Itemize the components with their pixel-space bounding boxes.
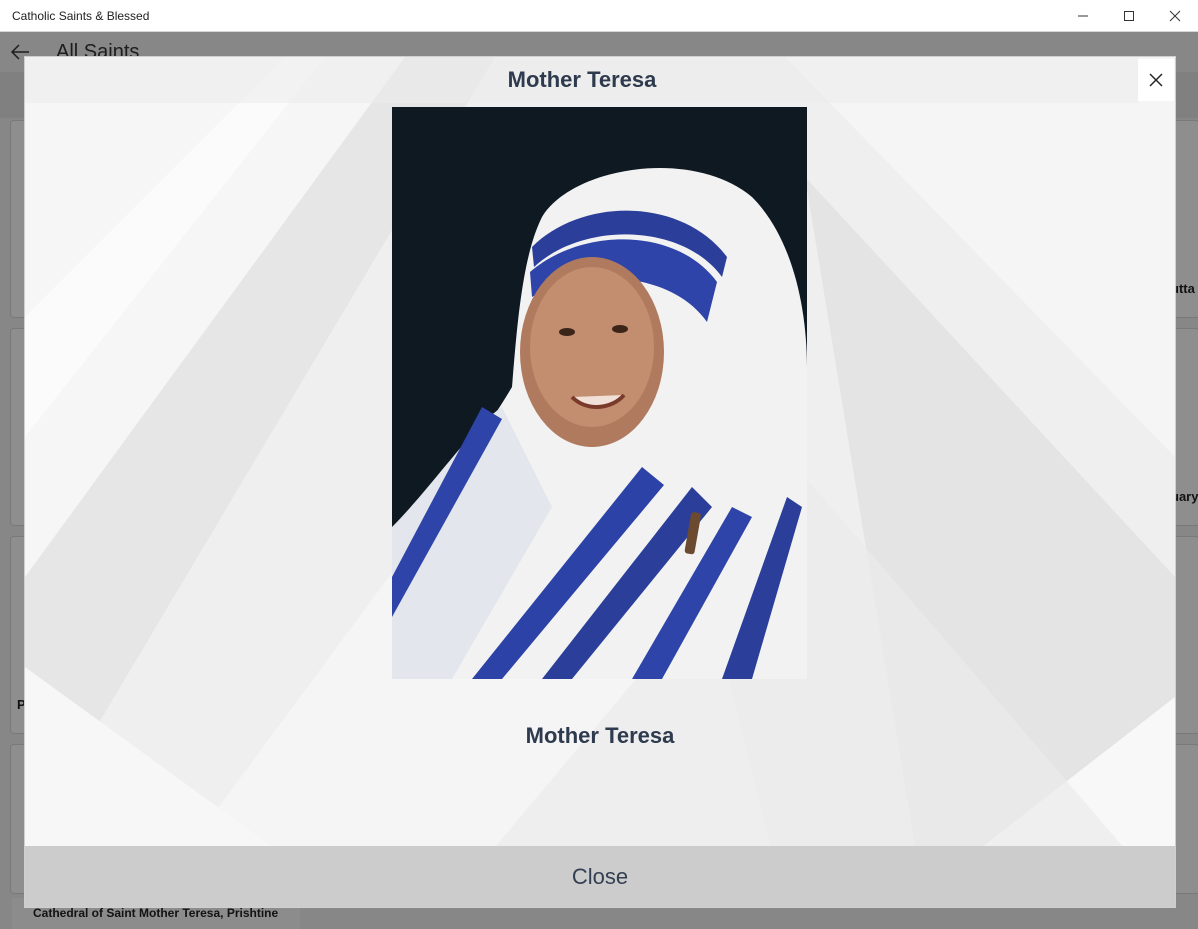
window-close-button[interactable] <box>1152 0 1198 32</box>
window-title: Catholic Saints & Blessed <box>12 8 150 23</box>
saint-portrait <box>392 107 807 679</box>
dialog-close-icon-button[interactable] <box>1138 59 1174 101</box>
close-button-label: Close <box>571 863 629 889</box>
saint-portrait-image <box>392 107 807 679</box>
minimize-button[interactable] <box>1060 0 1106 32</box>
close-icon <box>1169 10 1181 21</box>
saint-name-caption: Mother Teresa <box>525 723 675 748</box>
saint-dialog: Mother Teresa Mother Teresa Close <box>25 57 1175 907</box>
close-button[interactable]: Close <box>25 846 1175 907</box>
close-icon <box>1149 73 1163 87</box>
minimize-icon <box>1078 15 1088 16</box>
window-titlebar: Catholic Saints & Blessed <box>0 0 1198 32</box>
dialog-title: Mother Teresa <box>25 57 1139 103</box>
maximize-button[interactable] <box>1106 0 1152 32</box>
maximize-icon <box>1124 10 1134 21</box>
